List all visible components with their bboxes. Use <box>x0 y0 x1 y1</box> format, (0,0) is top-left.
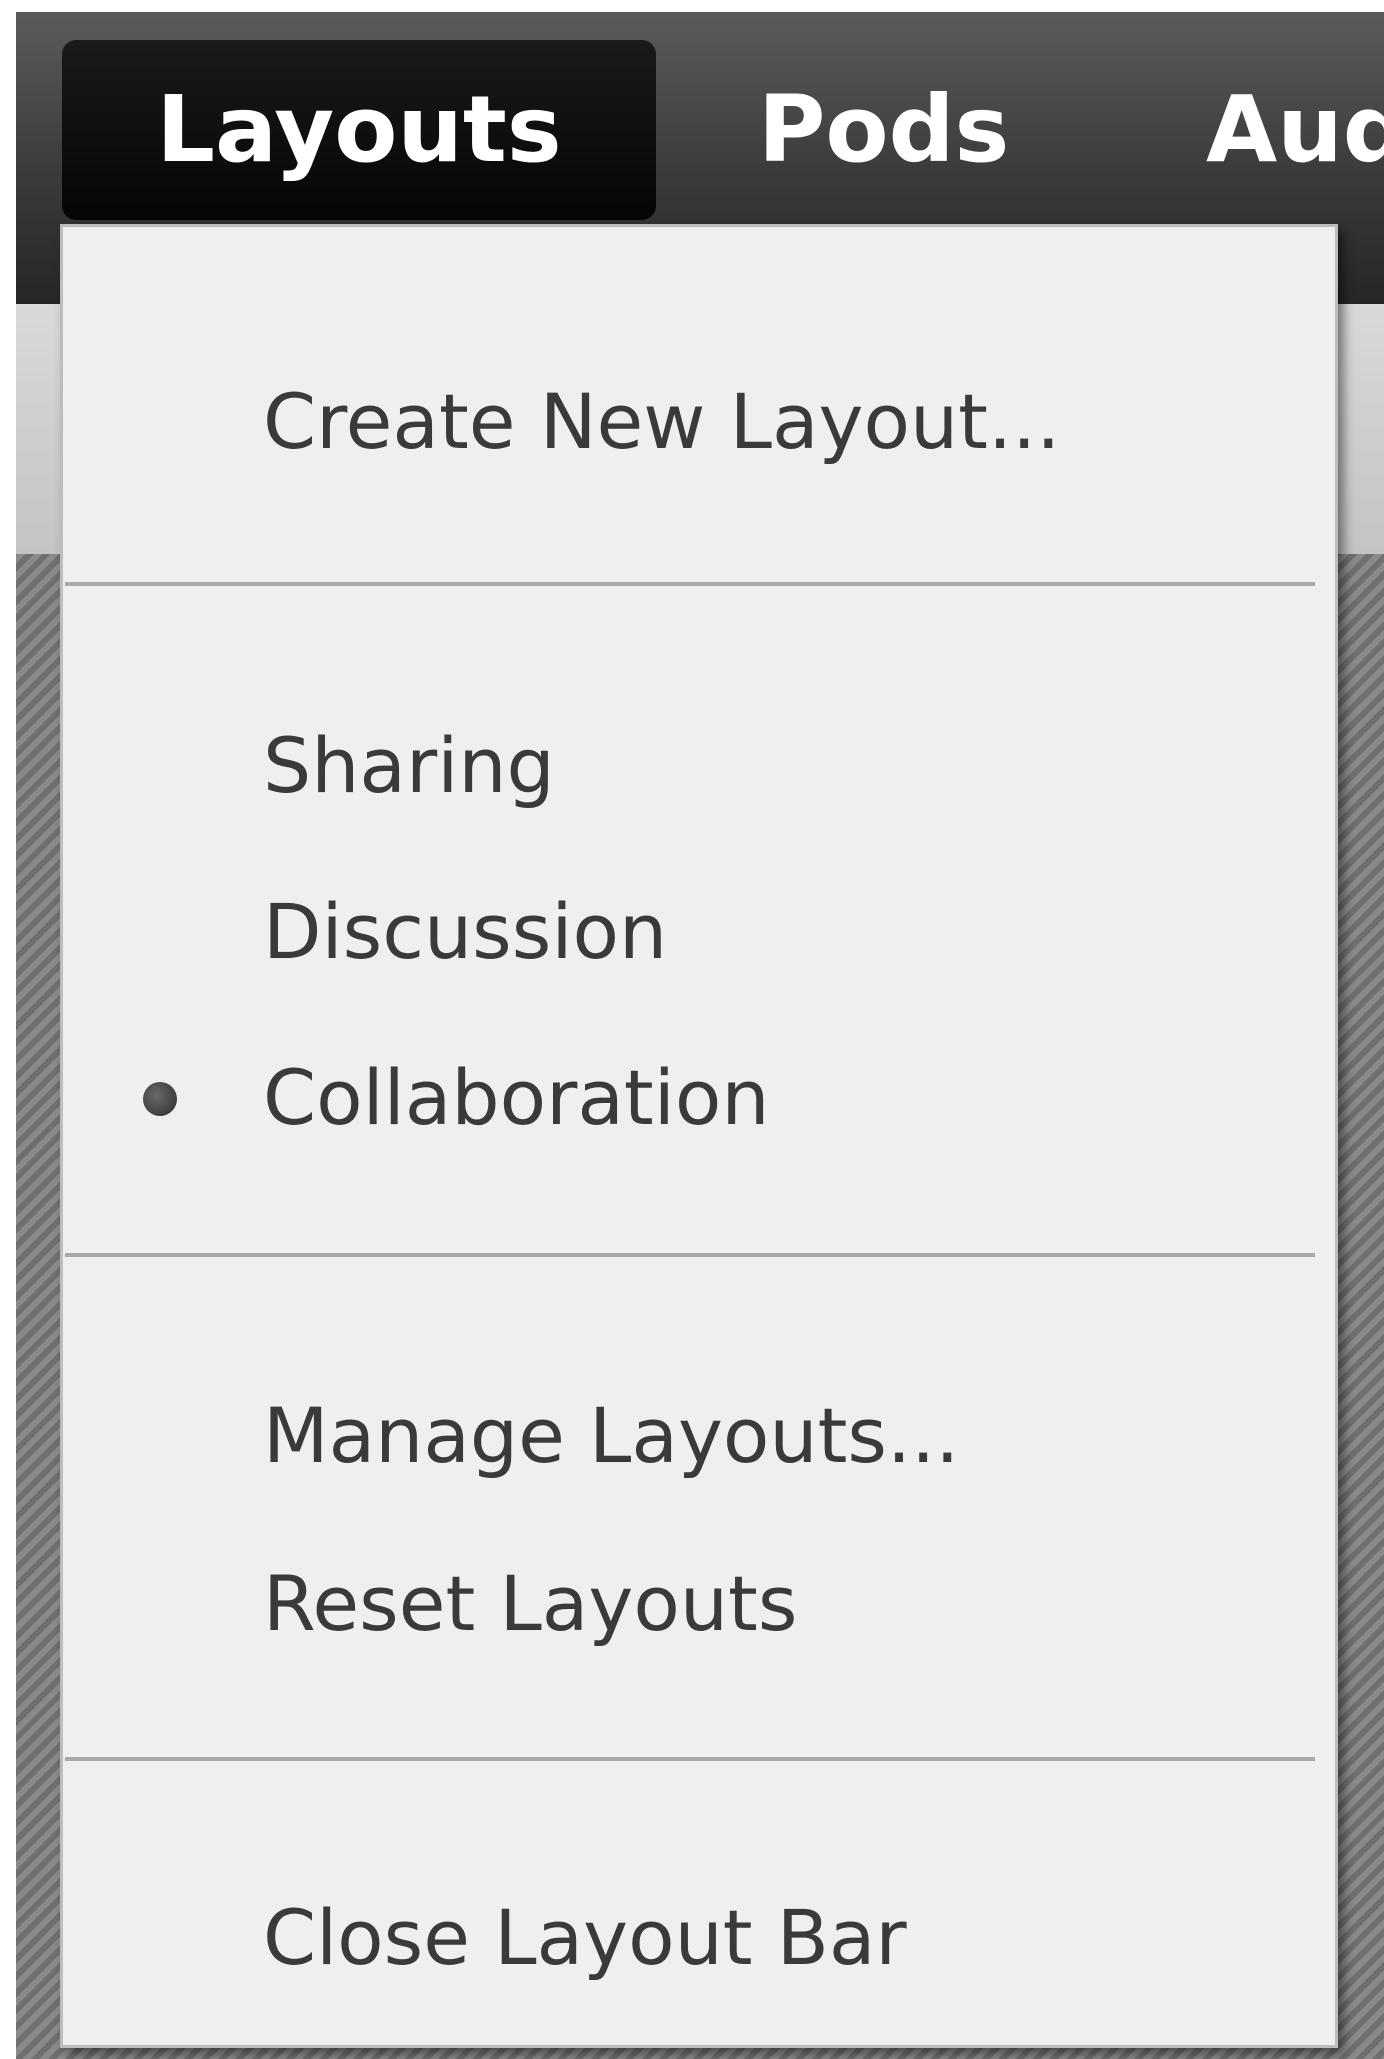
menu-item-sharing[interactable]: Sharing <box>63 691 1335 841</box>
menu-layouts[interactable]: Layouts <box>62 40 656 220</box>
menu-audio[interactable]: Aud <box>1206 40 1384 220</box>
menu-item-collaboration[interactable]: Collaboration <box>63 1023 1335 1173</box>
menu-separator <box>65 1253 1315 1257</box>
menu-item-discussion[interactable]: Discussion <box>63 857 1335 1007</box>
menu-pods[interactable]: Pods <box>758 40 1009 220</box>
layouts-dropdown-menu: Create New Layout... Sharing Discussion … <box>60 224 1338 2048</box>
menu-separator <box>65 582 1315 586</box>
menu-item-reset-layouts[interactable]: Reset Layouts <box>63 1529 1335 1679</box>
menu-item-manage-layouts[interactable]: Manage Layouts... <box>63 1361 1335 1511</box>
menu-item-close-layout-bar[interactable]: Close Layout Bar <box>63 1863 1335 2013</box>
selected-radio-icon <box>143 1082 177 1116</box>
menu-item-create-new-layout[interactable]: Create New Layout... <box>63 347 1335 497</box>
menu-item-label: Collaboration <box>263 1053 770 1142</box>
menu-separator <box>65 1757 1315 1761</box>
